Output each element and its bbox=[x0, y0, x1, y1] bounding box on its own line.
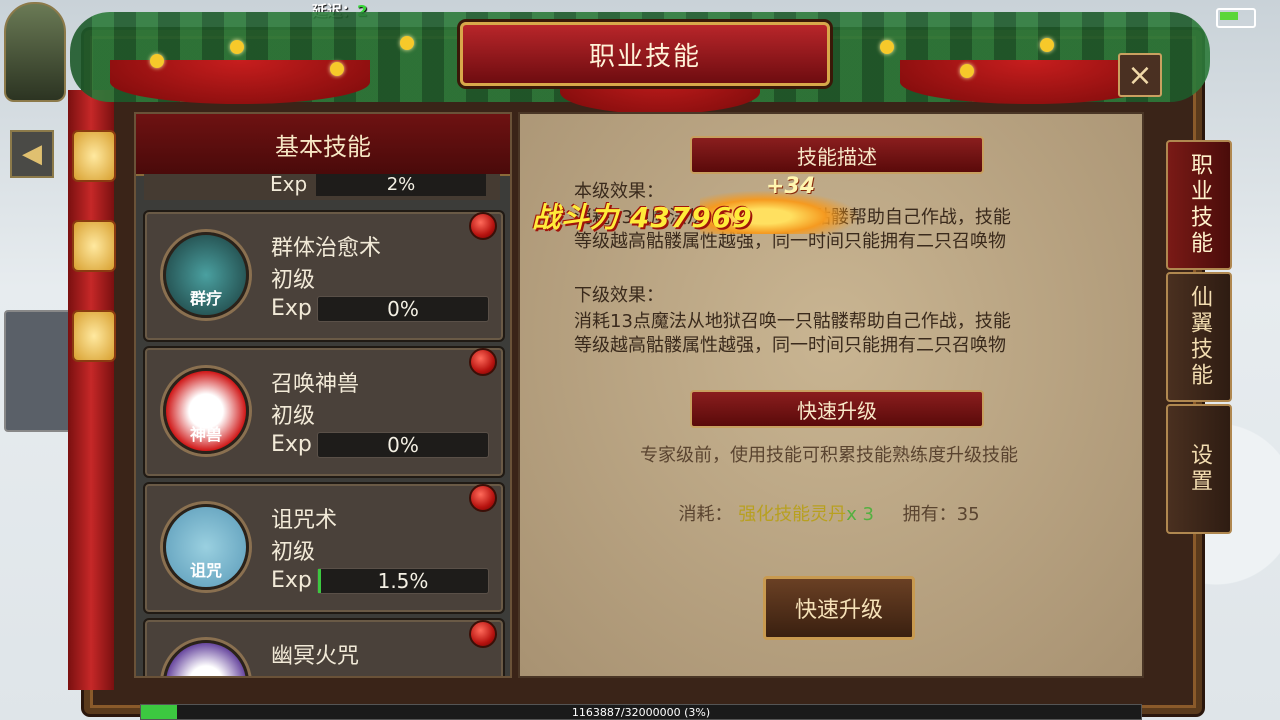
curse-icon: 诅咒 bbox=[163, 504, 249, 590]
skill-card[interactable]: 诅咒 诅咒术 初级 Exp 1.5% bbox=[143, 482, 505, 614]
tab-wing-skills[interactable]: 仙翼技能 bbox=[1166, 272, 1232, 402]
notification-dot-icon bbox=[469, 348, 497, 376]
skill-level: 初级 bbox=[271, 540, 316, 565]
skill-exp-label: Exp bbox=[271, 568, 312, 593]
window-title: 职业技能 bbox=[460, 22, 830, 86]
tab-class-skills[interactable]: 职业技能 bbox=[1166, 140, 1232, 270]
skill-name: 诅咒术 bbox=[271, 508, 338, 533]
notification-dot-icon bbox=[469, 620, 497, 648]
skill-icon-label: 群疗 bbox=[189, 289, 222, 308]
skill-card[interactable]: 群疗 群体治愈术 初级 Exp 0% bbox=[143, 210, 505, 342]
side-minimap-panel[interactable] bbox=[4, 310, 72, 432]
upgrade-note: 专家级前，使用技能可积累技能熟练度升级技能 bbox=[640, 445, 1018, 466]
close-icon: × bbox=[1127, 57, 1153, 93]
own-label: 拥有： bbox=[902, 504, 957, 525]
skill-exp-value: 2% bbox=[316, 174, 486, 196]
lantern-icon bbox=[72, 310, 116, 362]
cost-item: 强化技能灵丹 bbox=[738, 504, 847, 525]
skill-name: 群体治愈术 bbox=[271, 236, 382, 261]
skill-exp-label: Exp bbox=[270, 172, 308, 196]
upgrade-cost: 消耗： 强化技能灵丹x 3 拥有：35 bbox=[518, 500, 1140, 526]
skill-level: 初级 bbox=[271, 268, 316, 293]
next-effect-label: 下级效果： bbox=[574, 285, 664, 306]
plum-blossom-icon bbox=[150, 54, 164, 68]
skill-icon-label: 神兽 bbox=[189, 425, 222, 444]
cost-label: 消耗： bbox=[678, 504, 733, 525]
skill-name: 幽冥火咒 bbox=[271, 644, 360, 669]
player-avatar[interactable] bbox=[4, 2, 66, 102]
skill-exp-label: Exp bbox=[271, 296, 312, 321]
notification-dot-icon bbox=[469, 484, 497, 512]
combat-power-popup: 战斗力 437969 bbox=[532, 201, 753, 234]
close-button[interactable]: × bbox=[1118, 53, 1162, 97]
summon-beast-icon: 神兽 bbox=[163, 368, 249, 454]
skill-exp-value: 1.5% bbox=[377, 569, 429, 593]
notification-dot-icon bbox=[469, 212, 497, 240]
lantern-icon bbox=[72, 130, 116, 182]
skill-exp-value: 0% bbox=[387, 297, 419, 321]
skill-icon-label: 诅咒 bbox=[189, 561, 222, 580]
collapse-arrow-icon[interactable]: ◀ bbox=[10, 130, 54, 178]
skill-card[interactable]: 神兽 召唤神兽 初级 Exp 0% bbox=[143, 346, 505, 478]
skill-exp-bar: 0% bbox=[317, 296, 489, 322]
quick-upgrade-button[interactable]: 快速升级 bbox=[763, 576, 915, 640]
skill-card[interactable]: 幽冥火咒 bbox=[143, 618, 505, 676]
skill-exp-bar: 1.5% bbox=[317, 568, 489, 594]
next-effect-line: 消耗13点魔法从地狱召唤一只骷髅帮助自己作战，技能 bbox=[574, 311, 1011, 332]
next-effect-line: 等级越高骷髅属性越强，同一时间只能拥有二只召唤物 bbox=[574, 335, 1006, 356]
quick-upgrade-header: 快速升级 bbox=[690, 390, 984, 428]
skill-level: 初级 bbox=[271, 404, 316, 429]
player-exp-text: 1163887/32000000 (3%) bbox=[571, 705, 711, 719]
plum-blossom-icon bbox=[330, 62, 344, 76]
skill-exp-value: 0% bbox=[387, 433, 419, 457]
plum-blossom-icon bbox=[230, 40, 244, 54]
skill-exp-bar: 0% bbox=[317, 432, 489, 458]
lantern-icon bbox=[72, 220, 116, 272]
combat-power-gain: +34 bbox=[766, 174, 816, 199]
player-exp-bar: 1163887/32000000 (3%) bbox=[140, 704, 1142, 720]
skill-exp-label: Exp bbox=[271, 432, 312, 457]
battery-icon bbox=[1216, 8, 1256, 28]
skill-list-panel[interactable]: 基本技能 Exp 2% 群疗 群体治愈术 初级 Exp 0% 神兽 召唤神兽 初… bbox=[134, 112, 512, 678]
cost-multiplier: x 3 bbox=[846, 504, 875, 525]
group-heal-icon: 群疗 bbox=[163, 232, 249, 318]
skill-card-partial[interactable]: Exp 2% bbox=[144, 172, 500, 200]
plum-blossom-icon bbox=[1040, 38, 1054, 52]
plum-blossom-icon bbox=[960, 64, 974, 78]
plum-blossom-icon bbox=[400, 36, 414, 50]
skill-category-header: 基本技能 bbox=[136, 114, 510, 176]
skill-name: 召唤神兽 bbox=[271, 372, 360, 397]
plum-blossom-icon bbox=[880, 40, 894, 54]
nether-fire-icon bbox=[163, 640, 249, 676]
own-value: 35 bbox=[956, 504, 980, 525]
tab-settings[interactable]: 设置 bbox=[1166, 404, 1232, 534]
skill-description-header: 技能描述 bbox=[690, 136, 984, 174]
